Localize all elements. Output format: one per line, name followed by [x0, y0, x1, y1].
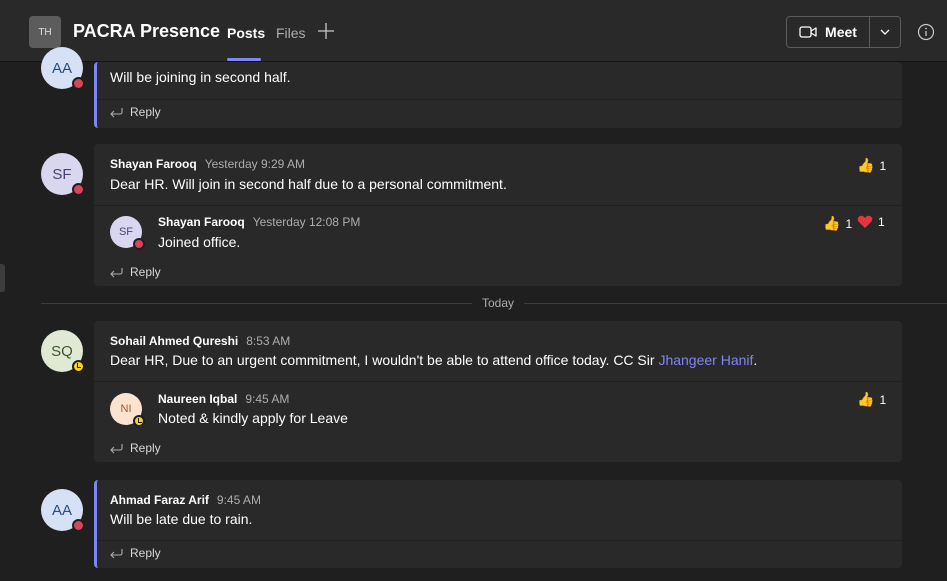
- reply-arrow-icon: [110, 444, 123, 454]
- avatar-initials: SQ: [51, 342, 73, 360]
- reply-label: Reply: [130, 105, 161, 119]
- avatar-initials: NI: [120, 403, 132, 415]
- info-icon[interactable]: [917, 23, 935, 41]
- timestamp: Yesterday 12:08 PM: [252, 215, 361, 229]
- video-camera-icon: [799, 26, 817, 38]
- busy-status-icon: [72, 519, 85, 532]
- message-text-end: .: [753, 352, 758, 368]
- timestamp: Yesterday 9:29 AM: [204, 157, 305, 171]
- avatar-initials: AA: [51, 59, 72, 77]
- channel-title[interactable]: PACRA Presence: [73, 21, 220, 42]
- avatar-initials: SF: [52, 165, 72, 183]
- like-reaction[interactable]: 👍 1: [823, 215, 852, 232]
- message-text: Joined office.: [158, 234, 241, 250]
- reply-label: Reply: [130, 546, 161, 560]
- heart-reaction[interactable]: 1: [857, 215, 885, 229]
- reply-button[interactable]: Reply: [109, 546, 161, 560]
- message-card: Shayan Farooq Yesterday 9:29 AM Dear HR. …: [94, 144, 902, 286]
- author-name[interactable]: Ahmad Faraz Arif: [110, 493, 209, 507]
- meet-button-group: Meet: [786, 16, 901, 48]
- author-name[interactable]: Shayan Farooq: [158, 215, 245, 229]
- active-tab-indicator: [227, 58, 261, 61]
- avatar[interactable]: NI: [110, 393, 145, 427]
- message-text: Dear HR, Due to an urgent commitment, I …: [110, 352, 757, 368]
- like-reaction[interactable]: 👍 1: [857, 157, 886, 174]
- message-header: Sohail Ahmed Qureshi 8:53 AM: [110, 334, 290, 348]
- reaction-count: 1: [879, 392, 887, 407]
- message-card: Sohail Ahmed Qureshi 8:53 AM Dear HR, Due…: [94, 321, 902, 462]
- author-name[interactable]: Shayan Farooq: [110, 157, 197, 171]
- timestamp: 8:53 AM: [246, 334, 291, 348]
- message-text: Noted & kindly apply for Leave: [158, 410, 348, 426]
- timestamp: 9:45 AM: [216, 493, 261, 507]
- reply-arrow-icon: [110, 108, 123, 118]
- divider: [94, 381, 902, 382]
- avatar-initials: AA: [51, 501, 72, 519]
- chevron-down-icon: [880, 29, 890, 35]
- message-text: Dear HR. Will join in second half due to…: [110, 176, 507, 192]
- meet-options-dropdown[interactable]: [870, 28, 900, 36]
- message-text-body: Dear HR, Due to an urgent commitment, I …: [110, 352, 655, 368]
- busy-status-icon: [133, 238, 145, 250]
- busy-status-icon: [72, 77, 85, 90]
- avatar[interactable]: SF: [110, 216, 145, 250]
- add-tab-icon[interactable]: [317, 22, 335, 40]
- message-header: Shayan Farooq Yesterday 9:29 AM: [110, 157, 305, 171]
- reply-arrow-icon: [110, 268, 123, 278]
- thumbs-up-icon: 👍: [857, 157, 875, 173]
- date-separator-label: Today: [472, 296, 525, 310]
- reply-button[interactable]: Reply: [109, 441, 161, 455]
- channel-header: TH PACRA Presence Posts Files Meet: [0, 0, 947, 62]
- reply-arrow-icon: [110, 549, 123, 559]
- avatar[interactable]: AA: [41, 47, 85, 90]
- busy-status-icon: [72, 183, 85, 196]
- message-text: Will be joining in second half.: [110, 69, 291, 85]
- tab-posts[interactable]: Posts: [227, 25, 265, 41]
- team-avatar[interactable]: TH: [29, 16, 61, 48]
- avatar[interactable]: AA: [41, 489, 85, 532]
- divider: [97, 99, 905, 100]
- away-status-icon: [72, 360, 85, 373]
- meet-label: Meet: [825, 24, 857, 40]
- message-header: Ahmad Faraz Arif 9:45 AM: [110, 493, 261, 507]
- reply-label: Reply: [130, 441, 161, 455]
- away-status-icon: [133, 415, 145, 427]
- meet-button[interactable]: Meet: [787, 17, 870, 47]
- reply-button[interactable]: Reply: [109, 105, 161, 119]
- message-header: Naureen Iqbal 9:45 AM: [158, 392, 289, 406]
- message-card: Ahmad Faraz Arif 9:45 AM Will be late due…: [94, 480, 905, 568]
- reply-label: Reply: [130, 265, 161, 279]
- reply-button[interactable]: Reply: [109, 265, 161, 279]
- message-text: Will be late due to rain.: [110, 511, 253, 527]
- side-panel-handle[interactable]: [0, 264, 5, 292]
- tab-files[interactable]: Files: [276, 25, 306, 41]
- mention-link[interactable]: Jhangeer Hanif: [658, 352, 753, 368]
- avatar-initials: SF: [118, 226, 134, 238]
- avatar[interactable]: SF: [41, 153, 85, 196]
- message-card: Will be joining in second half. Reply: [94, 62, 905, 128]
- divider: [94, 205, 902, 206]
- thumbs-up-icon: 👍: [857, 391, 875, 407]
- divider: [97, 540, 905, 541]
- author-name[interactable]: Sohail Ahmed Qureshi: [110, 334, 238, 348]
- reaction-count: 1: [879, 158, 887, 173]
- reaction-count: 1: [878, 215, 885, 229]
- timestamp: 9:45 AM: [245, 392, 290, 406]
- reaction-count: 1: [845, 216, 853, 231]
- avatar[interactable]: SQ: [41, 330, 85, 373]
- like-reaction[interactable]: 👍 1: [857, 391, 886, 408]
- thumbs-up-icon: 👍: [823, 215, 841, 231]
- message-header: Shayan Farooq Yesterday 12:08 PM: [158, 215, 360, 229]
- heart-icon: [857, 215, 873, 228]
- author-name[interactable]: Naureen Iqbal: [158, 392, 237, 406]
